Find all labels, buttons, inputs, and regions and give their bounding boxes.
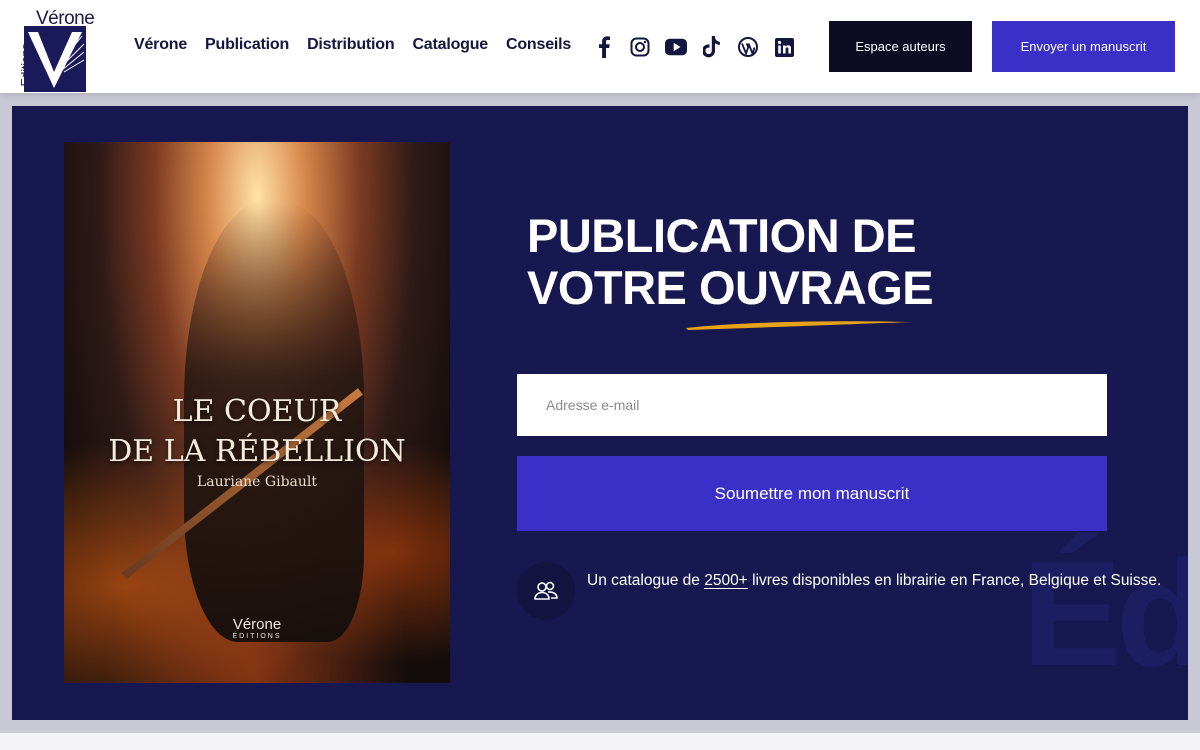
headline-line1: PUBLICATION DE (527, 209, 917, 262)
users-icon (517, 562, 575, 620)
headline-word-ouvrage: OUVRAGE (698, 261, 934, 314)
nav-item-distribution[interactable]: Distribution (307, 36, 395, 54)
nav-item-verone[interactable]: Vérone (134, 36, 187, 54)
tiktok-icon[interactable] (701, 36, 723, 58)
info-prefix: Un catalogue de (587, 572, 700, 589)
authors-space-button[interactable]: Espace auteurs (829, 21, 972, 72)
book-cover-image: LE COEUR DE LA RÉBELLION Lauriane Gibaul… (64, 142, 450, 683)
cover-publisher-name: Vérone (232, 616, 282, 633)
social-links (593, 36, 795, 58)
headline-underline-swoosh (686, 321, 912, 330)
info-suffix: livres disponibles en librairie en Franc… (752, 572, 1162, 589)
youtube-icon[interactable] (665, 36, 687, 58)
nav-item-conseils[interactable]: Conseils (506, 36, 571, 54)
site-logo[interactable]: Vérone Editions (12, 8, 95, 92)
background-watermark-letters: Éd (1022, 529, 1188, 697)
cover-title-line1: LE COEUR (172, 394, 342, 429)
send-manuscript-button[interactable]: Envoyer un manuscrit (992, 21, 1175, 72)
email-field[interactable] (517, 374, 1107, 436)
catalogue-info-text: Un catalogue de 2500+ livres disponibles… (587, 567, 1172, 594)
cover-title: LE COEUR DE LA RÉBELLION (64, 392, 450, 472)
catalogue-count: 2500+ (704, 572, 748, 589)
linkedin-icon[interactable] (773, 36, 795, 58)
page-bottom-strip (0, 733, 1200, 750)
cover-publisher-sub: ÉDITIONS (232, 633, 282, 640)
cover-publisher: Vérone ÉDITIONS (64, 616, 450, 640)
facebook-icon[interactable] (593, 36, 615, 58)
wordpress-icon[interactable] (737, 36, 759, 58)
hero-section: Éd LE COEUR DE LA RÉBELLION Lauriane Gib… (12, 106, 1188, 720)
cover-author: Lauriane Gibault (196, 474, 318, 490)
submit-manuscript-button[interactable]: Soumettre mon manuscrit (517, 456, 1107, 531)
headline-word-votre: VOTRE (527, 261, 687, 314)
cover-title-line2: DE LA RÉBELLION (108, 434, 406, 469)
main-nav: Vérone Publication Distribution Catalogu… (134, 36, 571, 54)
logo-v-mark (24, 26, 86, 92)
nav-item-catalogue[interactable]: Catalogue (412, 36, 488, 54)
hero-headline: PUBLICATION DE VOTRE OUVRAGE (527, 209, 934, 314)
instagram-icon[interactable] (629, 36, 651, 58)
headline-line2: VOTRE OUVRAGE (527, 261, 934, 314)
nav-item-publication[interactable]: Publication (205, 36, 289, 54)
site-header: Vérone Editions Vérone Publication Distr… (0, 0, 1200, 93)
